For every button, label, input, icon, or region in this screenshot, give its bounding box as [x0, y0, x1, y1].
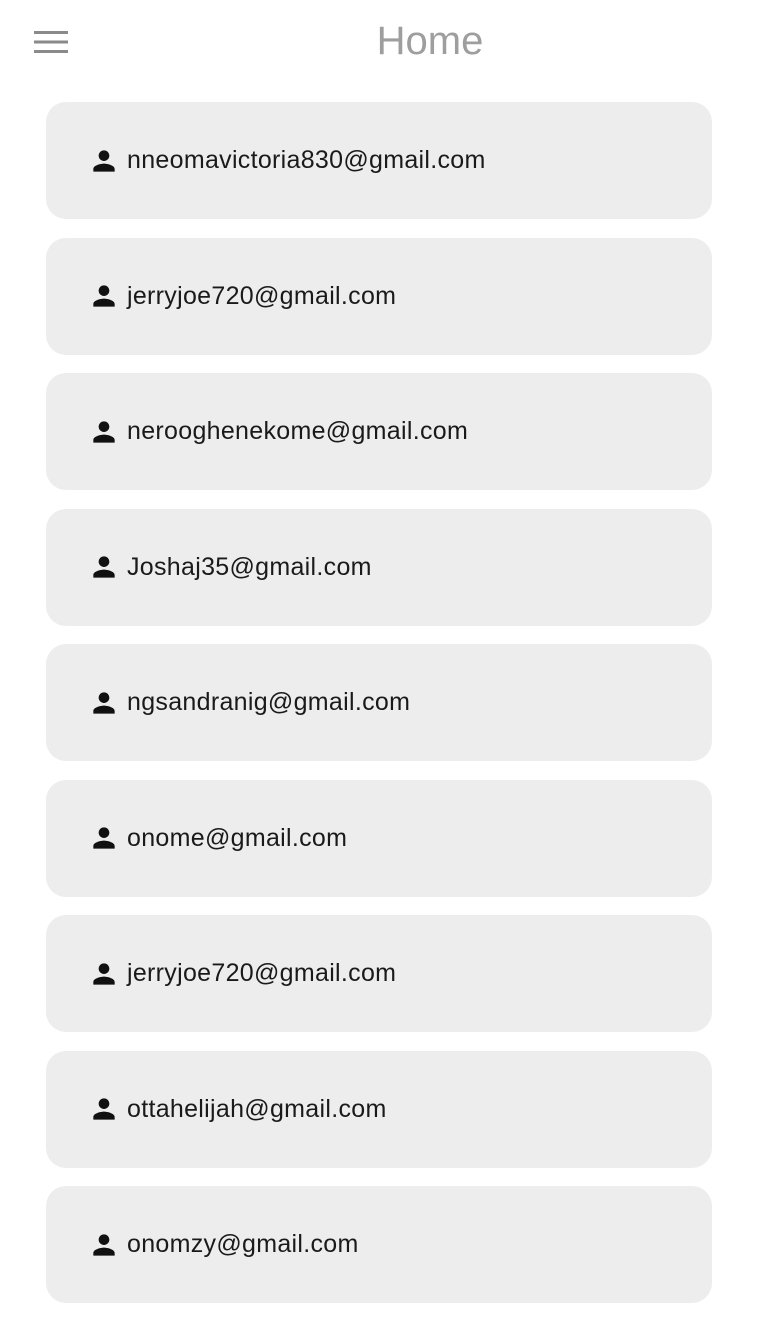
- person-icon: [87, 1092, 121, 1126]
- page-title: Home: [376, 19, 484, 63]
- list-item[interactable]: nerooghenekome@gmail.com: [46, 373, 712, 490]
- user-email: ngsandranig@gmail.com: [127, 688, 411, 716]
- list-item[interactable]: onome@gmail.com: [46, 779, 712, 897]
- user-email: ottahelijah@gmail.com: [127, 1094, 387, 1123]
- user-email: onome@gmail.com: [127, 823, 348, 852]
- app-bar: Home: [0, 0, 758, 84]
- user-email: onomzy@gmail.com: [127, 1230, 359, 1258]
- user-email: nerooghenekome@gmail.com: [127, 417, 469, 445]
- user-email: nneomavictoria830@gmail.com: [127, 146, 486, 174]
- person-icon: [87, 957, 121, 991]
- person-icon: [87, 686, 121, 720]
- person-icon: [87, 821, 121, 855]
- user-list: nneomavictoria830@gmail.com jerryjoe720@…: [46, 102, 712, 1322]
- list-item[interactable]: ottahelijah@gmail.com: [46, 1050, 712, 1168]
- list-item[interactable]: jerryjoe720@gmail.com: [46, 237, 712, 355]
- person-icon: [87, 279, 121, 313]
- user-email: jerryjoe720@gmail.com: [127, 959, 397, 987]
- person-icon: [87, 1228, 121, 1262]
- person-icon: [87, 415, 121, 449]
- list-item[interactable]: Joshaj35@gmail.com: [46, 508, 712, 626]
- list-item[interactable]: nneomavictoria830@gmail.com: [46, 102, 712, 219]
- user-email: jerryjoe720@gmail.com: [127, 281, 397, 310]
- person-icon: [87, 550, 121, 584]
- user-email: Joshaj35@gmail.com: [127, 552, 372, 581]
- person-icon: [87, 144, 121, 178]
- list-item[interactable]: ngsandranig@gmail.com: [46, 644, 712, 761]
- list-item[interactable]: jerryjoe720@gmail.com: [46, 915, 712, 1032]
- list-item[interactable]: onomzy@gmail.com: [46, 1186, 712, 1303]
